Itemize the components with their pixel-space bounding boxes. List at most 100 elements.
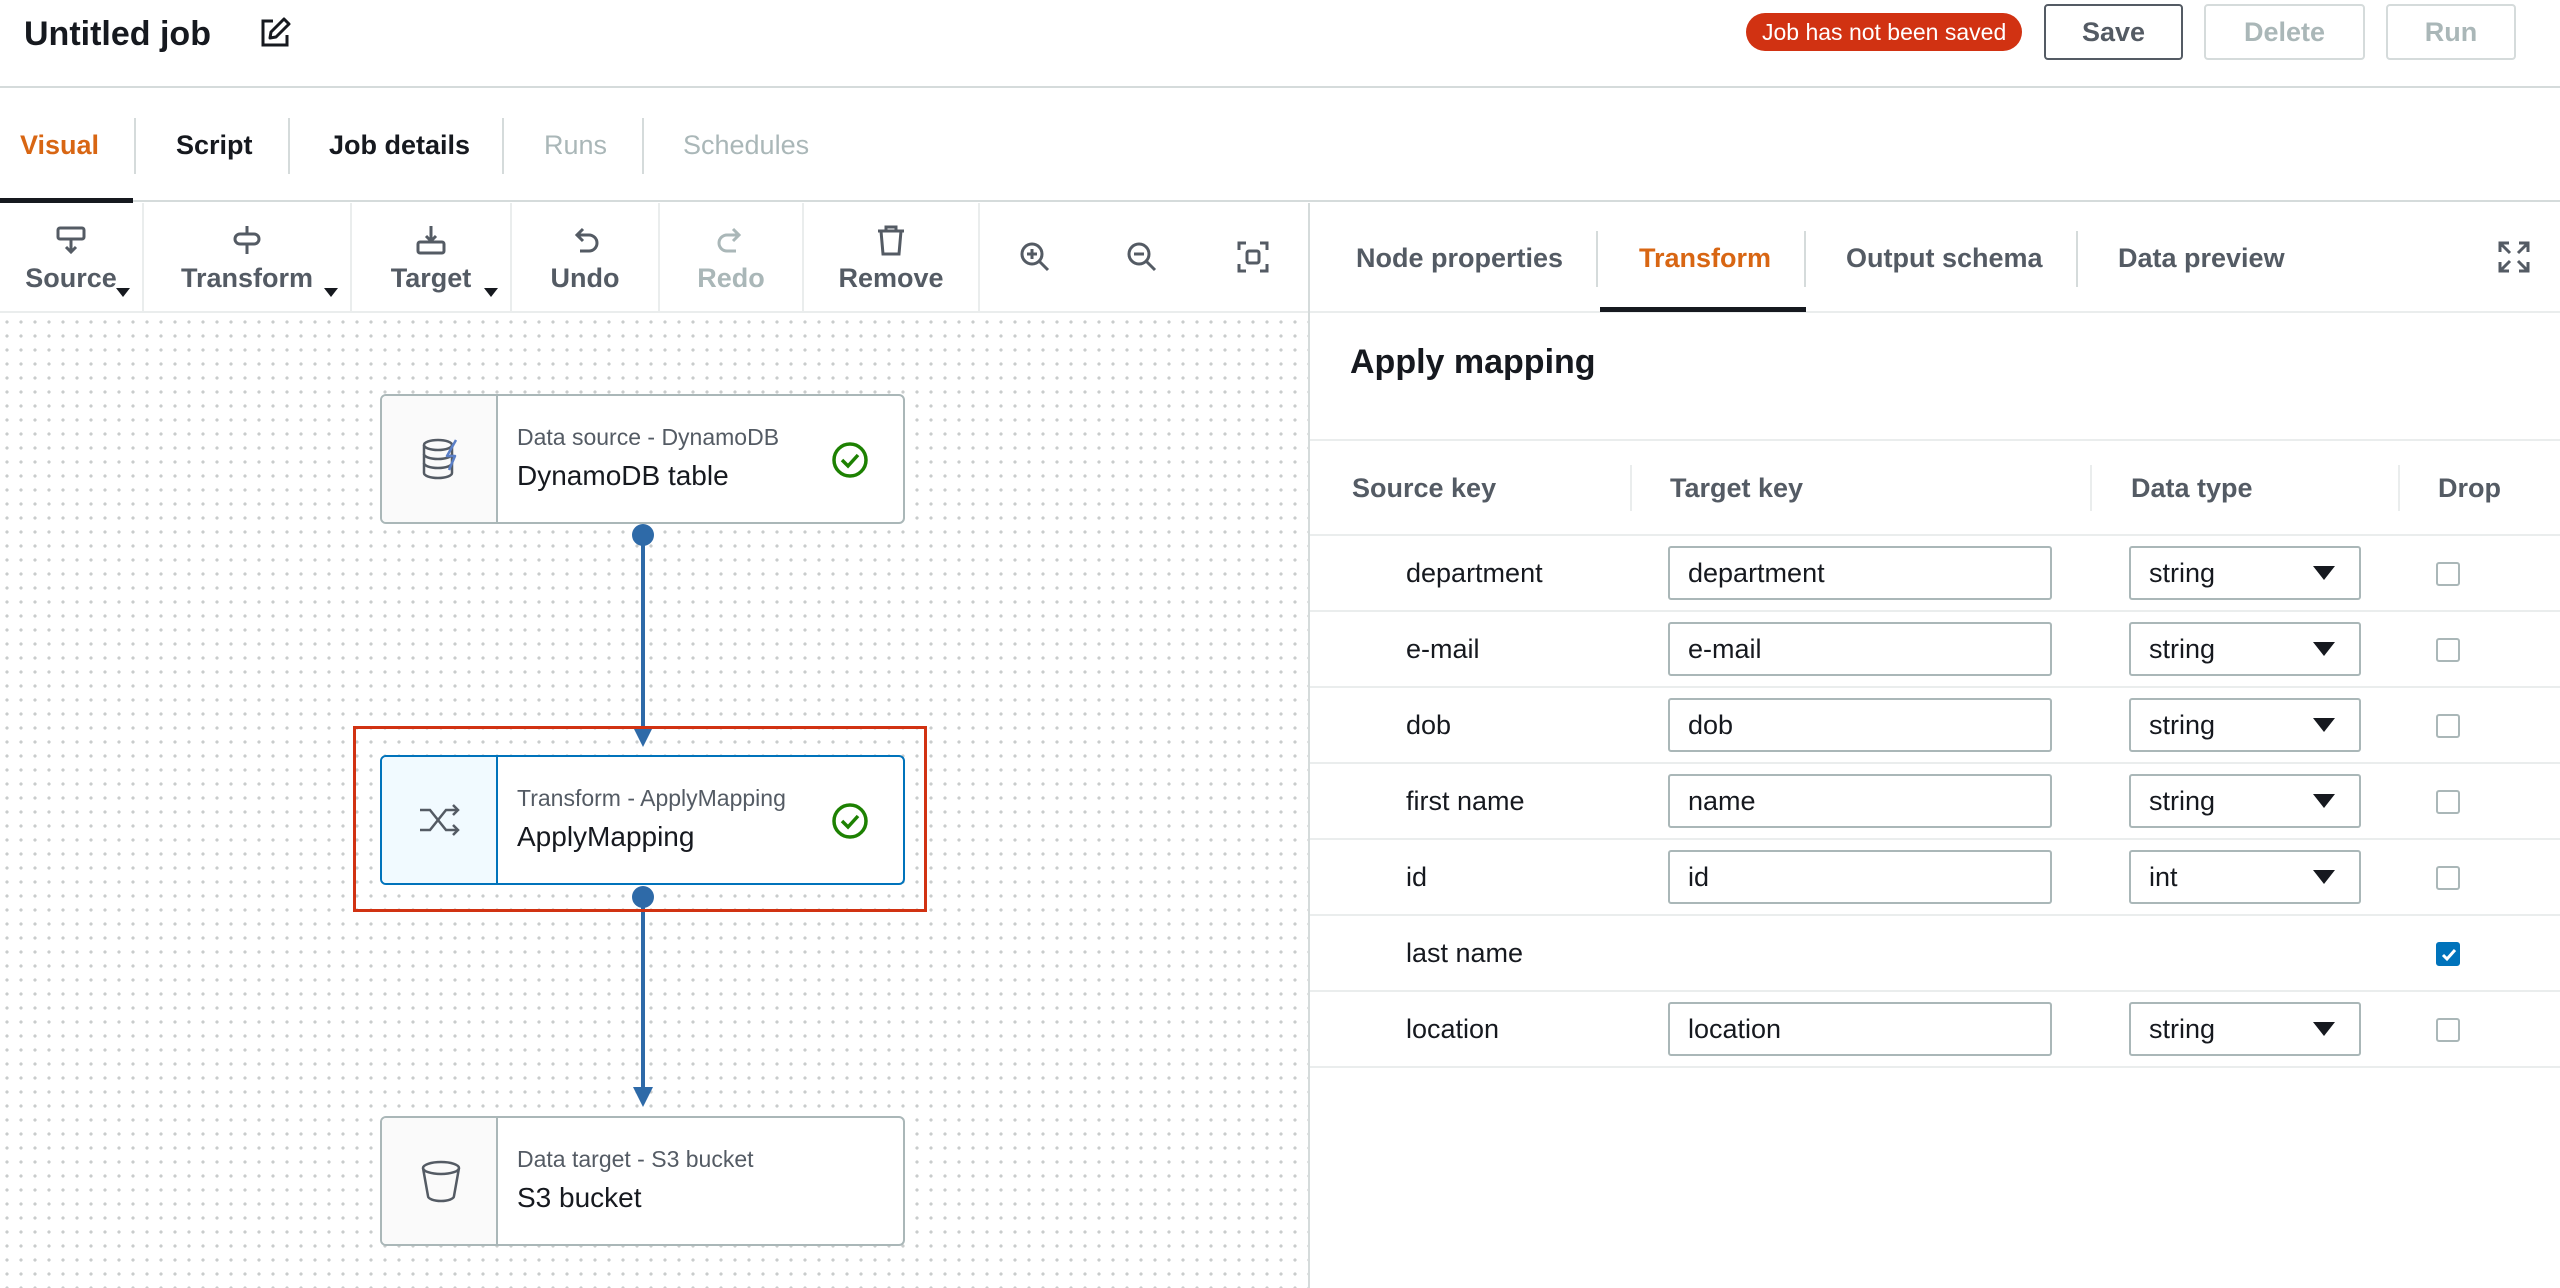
remove-button[interactable]: Remove xyxy=(804,203,978,313)
column-separator xyxy=(1630,465,1632,511)
drop-checkbox[interactable] xyxy=(2436,562,2460,586)
tab-job-details[interactable]: Job details xyxy=(329,88,470,202)
page-header: Untitled job Job has not been saved Save… xyxy=(0,0,2560,88)
source-key: department xyxy=(1406,558,1543,588)
toolbar-separator xyxy=(978,203,980,313)
source-key: location xyxy=(1406,1014,1500,1044)
drop-checkbox[interactable] xyxy=(2436,942,2460,966)
source-key: dob xyxy=(1406,710,1452,740)
tab-script[interactable]: Script xyxy=(176,88,253,202)
data-type-value: string xyxy=(2149,634,2216,664)
mapping-row: id int xyxy=(1310,840,2560,916)
tab-output-schema[interactable]: Output schema xyxy=(1846,203,2043,313)
undo-label: Undo xyxy=(550,263,620,293)
dropdown-caret-icon xyxy=(324,288,338,297)
unsaved-status-badge: Job has not been saved xyxy=(1746,13,2023,51)
source-node[interactable]: Data source - DynamoDB DynamoDB table xyxy=(380,394,905,524)
data-type-select[interactable]: string xyxy=(2129,622,2361,676)
data-type-select[interactable]: string xyxy=(2129,698,2361,752)
tab-data-preview[interactable]: Data preview xyxy=(2118,203,2285,313)
drop-checkbox[interactable] xyxy=(2436,1018,2460,1042)
data-type-value: string xyxy=(2149,786,2216,816)
target-node[interactable]: Data target - S3 bucket S3 bucket xyxy=(380,1116,905,1246)
fit-to-screen-icon[interactable] xyxy=(1236,240,1270,274)
column-header-source-key: Source key xyxy=(1352,473,1497,503)
mapping-table-header: Source key Target key Data type Drop xyxy=(1310,441,2560,536)
tab-schedules: Schedules xyxy=(683,130,810,160)
redo-icon xyxy=(717,227,742,253)
data-type-value: int xyxy=(2149,862,2178,892)
dropdown-caret-icon xyxy=(116,288,130,297)
drop-checkbox[interactable] xyxy=(2436,866,2460,890)
tab-runs: Runs xyxy=(544,130,608,160)
data-type-select[interactable]: int xyxy=(2129,850,2361,904)
panel-tabs: Node properties Transform Output schema … xyxy=(1310,203,2560,313)
target-key-input[interactable] xyxy=(1668,850,2052,904)
s3-bucket-icon xyxy=(421,1160,461,1203)
drop-checkbox[interactable] xyxy=(2436,714,2460,738)
data-type-select[interactable]: string xyxy=(2129,774,2361,828)
node-icon-box xyxy=(382,396,498,522)
column-header-drop: Drop xyxy=(2438,473,2501,503)
target-key-input[interactable] xyxy=(1668,546,2052,600)
tab-node-properties[interactable]: Node properties xyxy=(1356,203,1563,313)
transform-menu-button[interactable]: Transform xyxy=(144,203,350,313)
column-separator xyxy=(2090,465,2092,511)
source-key: e-mail xyxy=(1406,634,1480,664)
redo-button: Redo xyxy=(660,203,802,313)
job-title: Untitled job xyxy=(24,15,211,53)
mapping-row: department string xyxy=(1310,536,2560,612)
transform-icon xyxy=(233,226,261,254)
success-check-icon xyxy=(832,803,868,839)
transform-node[interactable]: Transform - ApplyMapping ApplyMapping xyxy=(380,755,905,885)
node-subtitle: Data source - DynamoDB xyxy=(517,424,780,450)
source-key: last name xyxy=(1406,938,1524,968)
shuffle-icon xyxy=(420,804,460,836)
node-title: ApplyMapping xyxy=(517,821,695,852)
trash-icon xyxy=(878,225,904,256)
target-key-input[interactable] xyxy=(1668,774,2052,828)
expand-icon[interactable] xyxy=(2496,239,2532,275)
source-menu-button[interactable]: Source xyxy=(0,203,142,313)
dropdown-caret-icon xyxy=(2313,718,2335,732)
tab-separator xyxy=(2076,231,2078,287)
drop-checkbox[interactable] xyxy=(2436,790,2460,814)
undo-icon xyxy=(574,227,599,253)
dropdown-caret-icon xyxy=(2313,642,2335,656)
source-key: id xyxy=(1406,862,1428,892)
tab-separator xyxy=(502,118,504,174)
edit-icon[interactable] xyxy=(258,16,292,50)
tab-separator xyxy=(642,118,644,174)
drop-checkbox[interactable] xyxy=(2436,638,2460,662)
source-key: first name xyxy=(1406,786,1525,816)
data-type-select[interactable]: string xyxy=(2129,546,2361,600)
dropdown-caret-icon xyxy=(2313,870,2335,884)
data-type-value: string xyxy=(2149,558,2216,588)
data-type-select[interactable]: string xyxy=(2129,1002,2361,1056)
node-subtitle: Data target - S3 bucket xyxy=(517,1146,754,1172)
zoom-in-icon[interactable] xyxy=(1018,240,1052,274)
checkmark-icon xyxy=(2441,949,2457,962)
save-button[interactable]: Save xyxy=(2044,4,2183,60)
target-key-input[interactable] xyxy=(1668,1002,2052,1056)
node-icon-box xyxy=(382,757,498,883)
zoom-out-icon[interactable] xyxy=(1125,240,1159,274)
target-key-input[interactable] xyxy=(1668,698,2052,752)
tab-visual[interactable]: Visual xyxy=(20,88,99,202)
tab-separator xyxy=(1596,231,1598,287)
mapping-row: e-mail string xyxy=(1310,612,2560,688)
mapping-row: last name xyxy=(1310,916,2560,992)
target-menu-button[interactable]: Target xyxy=(352,203,510,313)
delete-button: Delete xyxy=(2204,4,2365,60)
undo-button[interactable]: Undo xyxy=(512,203,658,313)
node-title: DynamoDB table xyxy=(517,460,729,491)
tab-separator xyxy=(134,118,136,174)
dropdown-caret-icon xyxy=(484,288,498,297)
tab-transform[interactable]: Transform xyxy=(1639,203,1771,313)
node-icon-box xyxy=(382,1118,498,1244)
tab-separator xyxy=(288,118,290,174)
column-separator xyxy=(2398,465,2400,511)
dropdown-caret-icon xyxy=(2313,566,2335,580)
node-title: S3 bucket xyxy=(517,1182,642,1213)
target-key-input[interactable] xyxy=(1668,622,2052,676)
